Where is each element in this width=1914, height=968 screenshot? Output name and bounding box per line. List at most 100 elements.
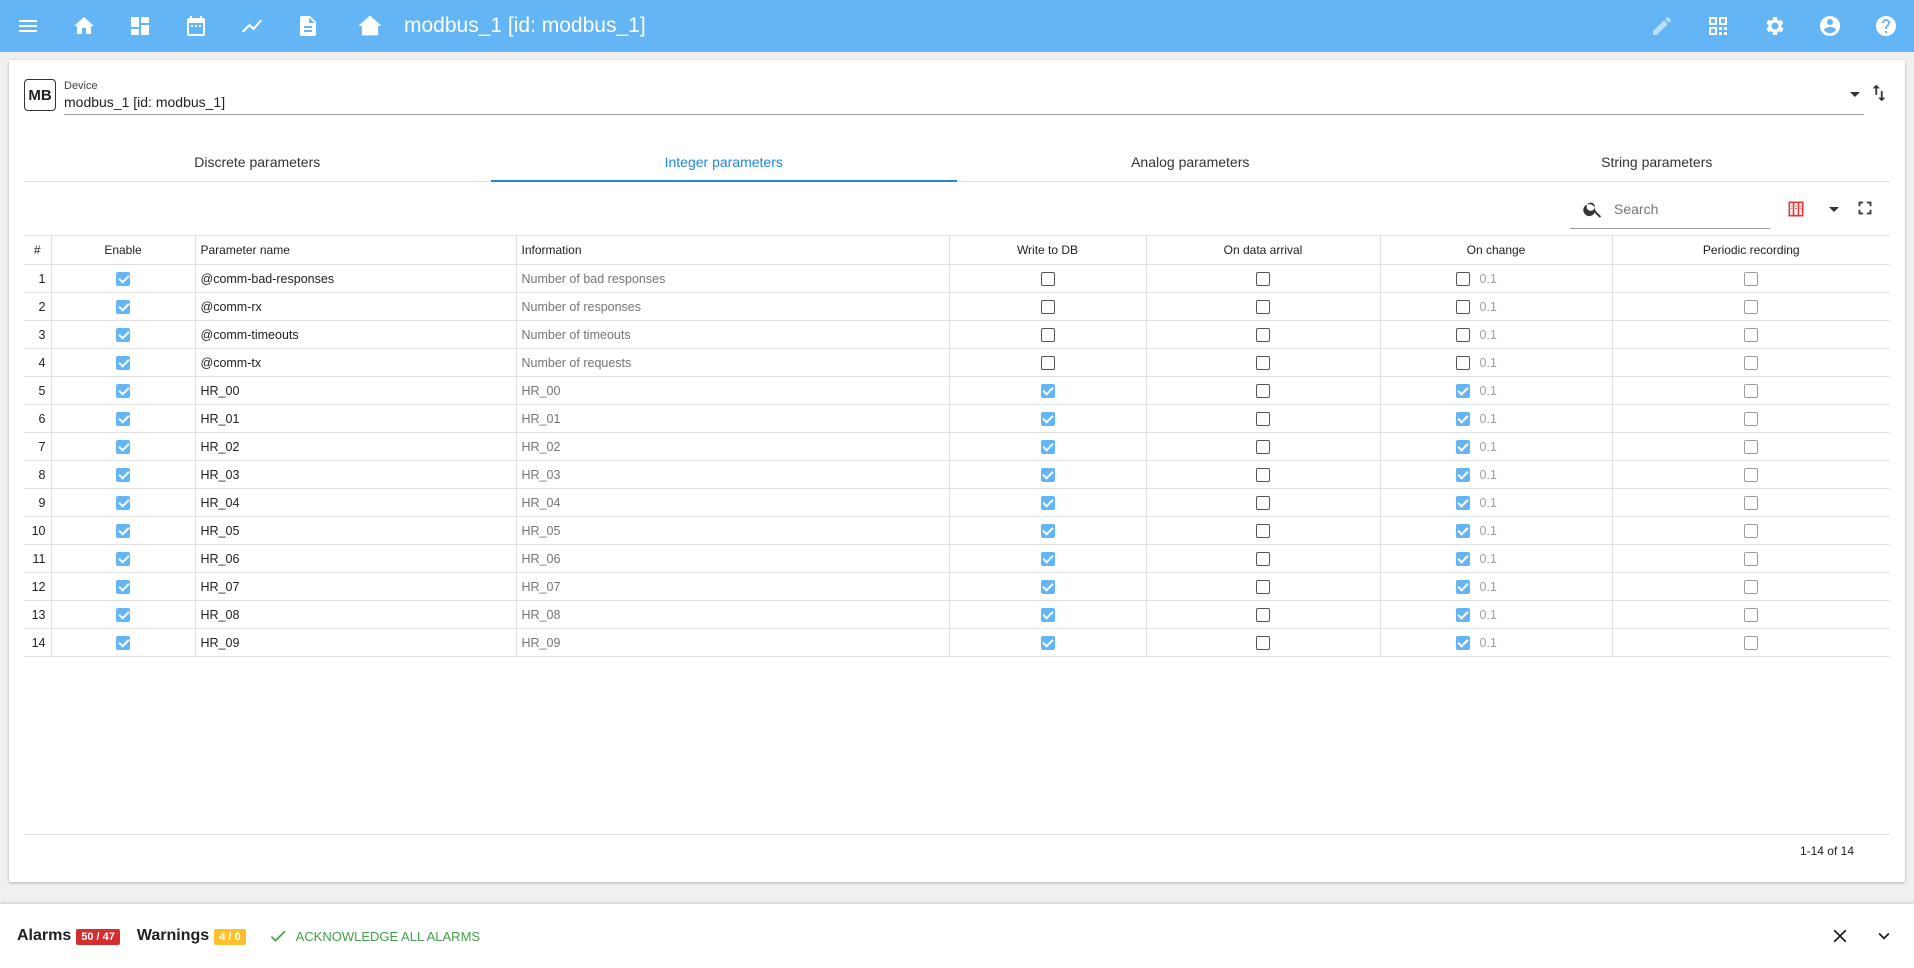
chart-icon[interactable] xyxy=(224,0,280,52)
parameter-name[interactable]: HR_07 xyxy=(195,572,517,601)
on-arrival-checkbox[interactable] xyxy=(1256,383,1270,398)
write-db-checkbox[interactable] xyxy=(1040,439,1055,454)
parameter-info[interactable]: HR_08 xyxy=(516,600,950,629)
home-icon[interactable] xyxy=(56,0,112,52)
swap-vert-icon[interactable] xyxy=(1868,82,1890,104)
periodic-checkbox[interactable] xyxy=(1744,383,1759,398)
periodic-checkbox[interactable] xyxy=(1744,495,1759,510)
on-change-checkbox[interactable] xyxy=(1455,327,1470,342)
device-field[interactable]: Device modbus_1 [id: modbus_1] xyxy=(64,78,1864,115)
write-db-checkbox[interactable] xyxy=(1040,327,1055,342)
on-change-checkbox[interactable] xyxy=(1455,579,1470,594)
periodic-checkbox[interactable] xyxy=(1744,411,1759,426)
on-arrival-checkbox[interactable] xyxy=(1256,439,1270,454)
periodic-checkbox[interactable] xyxy=(1744,355,1759,370)
periodic-checkbox[interactable] xyxy=(1744,523,1759,538)
on-change-checkbox[interactable] xyxy=(1455,355,1470,370)
header-info[interactable]: Information xyxy=(516,235,950,265)
tab-integer[interactable]: Integer parameters xyxy=(490,150,958,182)
on-arrival-checkbox[interactable] xyxy=(1256,579,1270,594)
dashboards-icon[interactable] xyxy=(112,0,168,52)
periodic-checkbox[interactable] xyxy=(1744,439,1759,454)
on-arrival-checkbox[interactable] xyxy=(1256,523,1270,538)
device-selector[interactable]: MB Device modbus_1 [id: modbus_1] xyxy=(24,78,1864,116)
enable-checkbox[interactable] xyxy=(116,299,130,314)
enable-checkbox[interactable] xyxy=(116,467,130,482)
enable-checkbox[interactable] xyxy=(116,635,130,650)
on-change-value[interactable]: 0.1 xyxy=(1480,412,1497,426)
on-change-value[interactable]: 0.1 xyxy=(1480,552,1497,566)
parameter-info[interactable]: HR_07 xyxy=(516,572,950,601)
parameter-info[interactable]: Number of timeouts xyxy=(516,320,950,349)
enable-checkbox[interactable] xyxy=(116,355,130,370)
on-arrival-checkbox[interactable] xyxy=(1256,551,1270,566)
parameter-name[interactable]: HR_01 xyxy=(195,404,517,433)
parameter-info[interactable]: HR_01 xyxy=(516,404,950,433)
on-change-value[interactable]: 0.1 xyxy=(1480,580,1497,594)
fullscreen-icon[interactable] xyxy=(1854,197,1878,221)
on-change-value[interactable]: 0.1 xyxy=(1480,300,1497,314)
device-home-icon[interactable] xyxy=(342,0,398,52)
parameter-name[interactable]: HR_02 xyxy=(195,432,517,461)
write-db-checkbox[interactable] xyxy=(1040,551,1055,566)
on-change-value[interactable]: 0.1 xyxy=(1480,328,1497,342)
on-change-value[interactable]: 0.1 xyxy=(1480,608,1497,622)
on-change-value[interactable]: 0.1 xyxy=(1480,272,1497,286)
header-enable[interactable]: Enable xyxy=(51,235,196,265)
dropdown-caret-icon[interactable] xyxy=(1850,92,1860,97)
header-on-change[interactable]: On change xyxy=(1380,235,1613,265)
header-write-db[interactable]: Write to DB xyxy=(949,235,1147,265)
parameter-info[interactable]: Number of responses xyxy=(516,292,950,321)
write-db-checkbox[interactable] xyxy=(1040,299,1055,314)
parameter-info[interactable]: Number of requests xyxy=(516,348,950,377)
on-arrival-checkbox[interactable] xyxy=(1256,411,1270,426)
edit-icon[interactable] xyxy=(1634,0,1690,52)
calendar-icon[interactable] xyxy=(168,0,224,52)
enable-checkbox[interactable] xyxy=(116,495,130,510)
tab-string[interactable]: String parameters xyxy=(1424,150,1891,181)
on-change-checkbox[interactable] xyxy=(1455,271,1470,286)
parameter-info[interactable]: HR_04 xyxy=(516,488,950,517)
warnings-label[interactable]: Warnings 4 / 0 xyxy=(137,927,246,945)
parameter-info[interactable]: HR_09 xyxy=(516,628,950,657)
header-on-arrival[interactable]: On data arrival xyxy=(1146,235,1381,265)
write-db-checkbox[interactable] xyxy=(1040,383,1055,398)
write-db-checkbox[interactable] xyxy=(1040,271,1055,286)
columns-icon[interactable] xyxy=(1784,197,1808,221)
periodic-checkbox[interactable] xyxy=(1744,551,1759,566)
enable-checkbox[interactable] xyxy=(116,579,130,594)
parameter-info[interactable]: HR_06 xyxy=(516,544,950,573)
on-change-checkbox[interactable] xyxy=(1455,495,1470,510)
tab-discrete[interactable]: Discrete parameters xyxy=(24,150,491,181)
write-db-checkbox[interactable] xyxy=(1040,355,1055,370)
parameter-name[interactable]: HR_09 xyxy=(195,628,517,657)
periodic-checkbox[interactable] xyxy=(1744,271,1759,286)
header-periodic[interactable]: Periodic recording xyxy=(1612,235,1890,265)
on-change-value[interactable]: 0.1 xyxy=(1480,356,1497,370)
parameter-name[interactable]: HR_06 xyxy=(195,544,517,573)
columns-dropdown-icon[interactable] xyxy=(1829,207,1839,212)
search-box[interactable] xyxy=(1570,190,1770,229)
write-db-checkbox[interactable] xyxy=(1040,579,1055,594)
widgets-icon[interactable] xyxy=(1690,0,1746,52)
write-db-checkbox[interactable] xyxy=(1040,467,1055,482)
on-change-checkbox[interactable] xyxy=(1455,299,1470,314)
on-change-checkbox[interactable] xyxy=(1455,439,1470,454)
write-db-checkbox[interactable] xyxy=(1040,523,1055,538)
alarms-label[interactable]: Alarms 50 / 47 xyxy=(17,927,120,945)
write-db-checkbox[interactable] xyxy=(1040,607,1055,622)
on-change-checkbox[interactable] xyxy=(1455,635,1470,650)
periodic-checkbox[interactable] xyxy=(1744,299,1759,314)
on-change-value[interactable]: 0.1 xyxy=(1480,636,1497,650)
parameter-name[interactable]: HR_03 xyxy=(195,460,517,489)
on-change-checkbox[interactable] xyxy=(1455,383,1470,398)
periodic-checkbox[interactable] xyxy=(1744,327,1759,342)
on-change-checkbox[interactable] xyxy=(1455,523,1470,538)
parameter-info[interactable]: HR_02 xyxy=(516,432,950,461)
on-change-checkbox[interactable] xyxy=(1455,467,1470,482)
enable-checkbox[interactable] xyxy=(116,439,130,454)
parameter-name[interactable]: HR_08 xyxy=(195,600,517,629)
on-change-checkbox[interactable] xyxy=(1455,551,1470,566)
parameter-name[interactable]: @comm-bad-responses xyxy=(195,264,517,293)
enable-checkbox[interactable] xyxy=(116,271,130,286)
